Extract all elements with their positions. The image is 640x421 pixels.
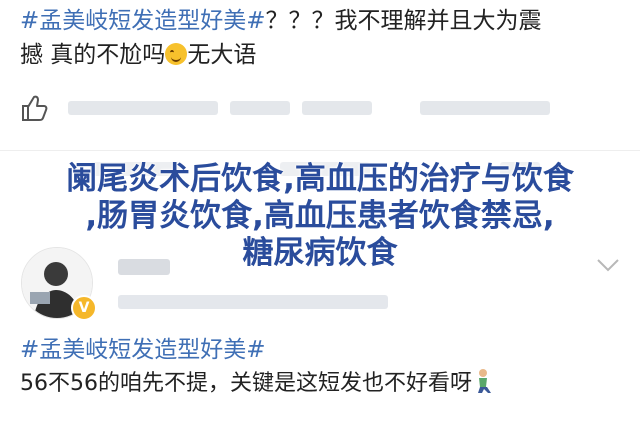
post-body: 56不56的咱先不提，关键是这短发也不好看呀 xyxy=(20,371,472,396)
post-text: #孟美岐短发造型好美# 56不56的咱先不提，关键是这短发也不好看呀 xyxy=(20,333,624,401)
overlay-text-line: 阑尾炎术后饮食,高血压的治疗与饮食 xyxy=(66,161,574,197)
divider xyxy=(0,150,640,151)
hashtag-link[interactable]: #孟美岐短发造型好美# xyxy=(20,337,266,363)
post-body-line-2-end: 无大语 xyxy=(187,42,257,68)
post-body-line-2: 撼 真的不尬吗 xyxy=(20,42,166,68)
blurred-content xyxy=(420,101,550,115)
blurred-content xyxy=(230,101,290,115)
thumbs-up-icon[interactable] xyxy=(20,93,50,123)
post-body-line-1: ？？？我不理解并且大为震 xyxy=(265,8,542,34)
post-line-1: #孟美岐短发造型好美#？？？我不理解并且大为震 xyxy=(20,4,624,38)
blurred-content xyxy=(68,101,218,115)
hashtag-link[interactable]: #孟美岐短发造型好美# xyxy=(20,8,266,34)
user-info-blurred xyxy=(118,295,388,309)
post-line-1: #孟美岐短发造型好美# xyxy=(20,333,624,367)
overlay-text-line: 糖尿病饮食 xyxy=(242,235,398,271)
post-line-2: 撼 真的不尬吗 无大语 xyxy=(20,38,624,72)
post-text: #孟美岐短发造型好美#？？？我不理解并且大为震 撼 真的不尬吗 无大语 xyxy=(20,4,624,72)
action-bar xyxy=(20,93,624,127)
grimace-face-icon xyxy=(165,43,188,65)
kneeling-person-icon xyxy=(478,369,491,393)
overlay-text-line: ,肠胃炎饮食,高血压患者饮食禁忌, xyxy=(85,198,555,234)
verified-badge: V xyxy=(71,295,97,321)
post-line-2: 56不56的咱先不提，关键是这短发也不好看呀 xyxy=(20,367,624,401)
blurred-content xyxy=(302,101,372,115)
